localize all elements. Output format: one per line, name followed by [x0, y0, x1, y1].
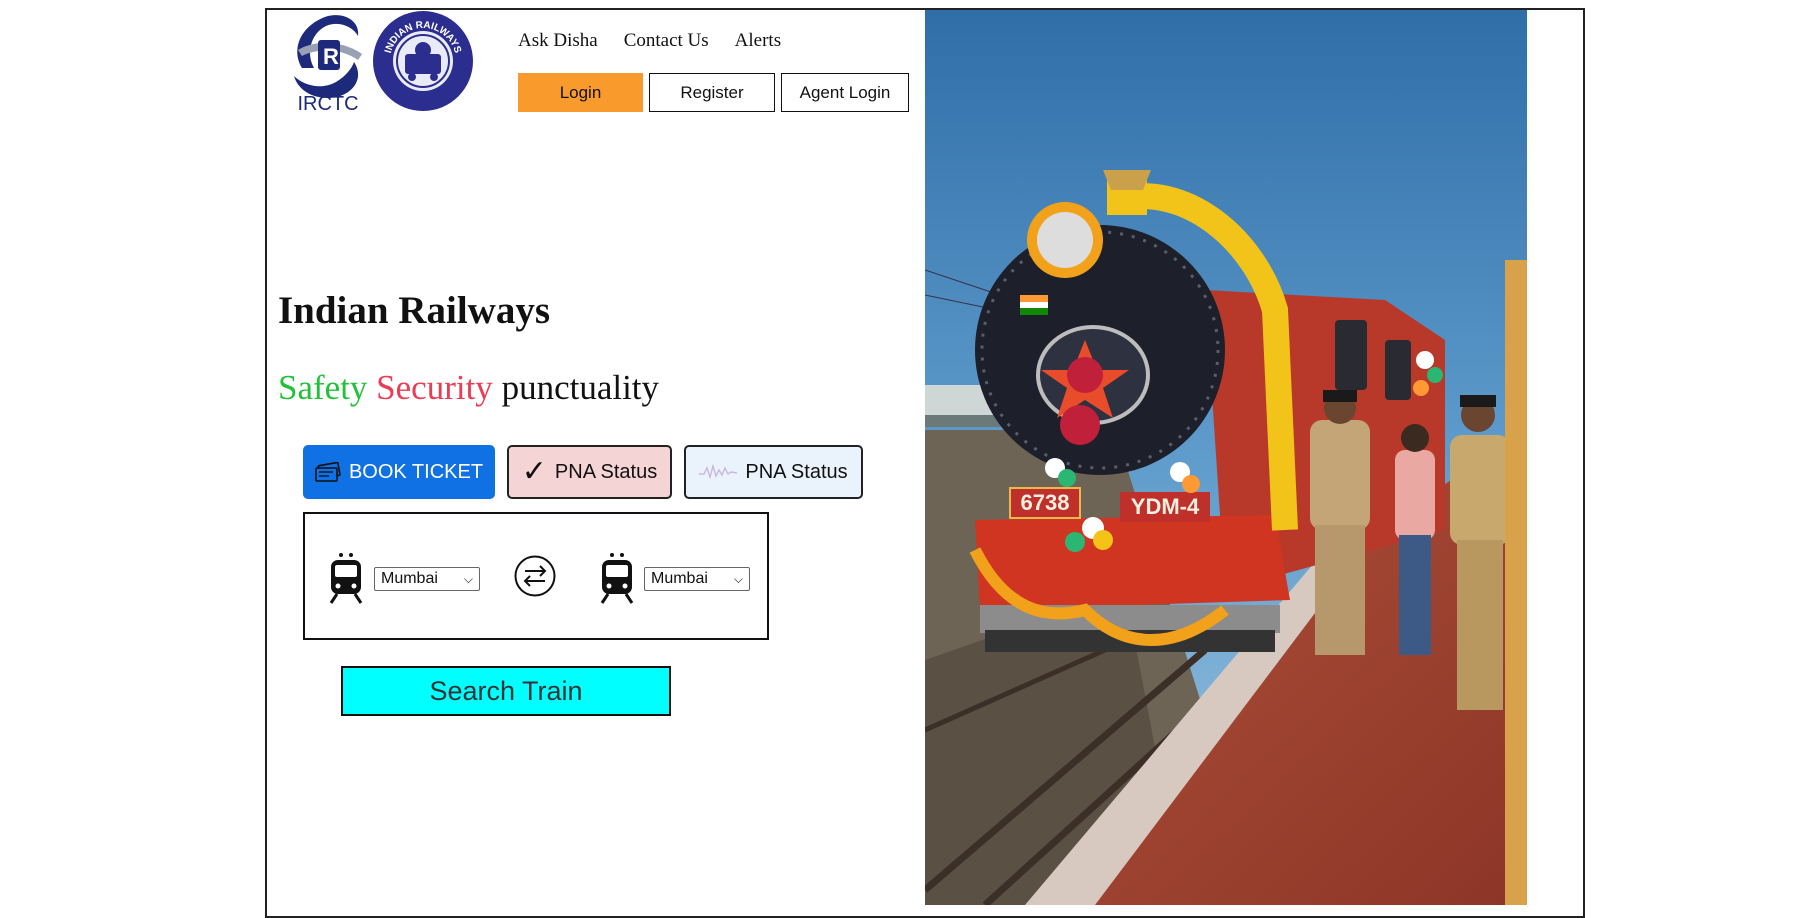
search-train-button[interactable]: Search Train [341, 666, 671, 716]
auth-buttons: Login Register Agent Login [518, 73, 909, 112]
pnr-status-label-2: PNA Status [745, 460, 848, 483]
station-selector: Mumbai ⌵ Mumbai ⌵ [303, 512, 769, 640]
page-title: Indian Railways [278, 289, 551, 332]
book-ticket-button[interactable]: BOOK TICKET [303, 445, 495, 499]
login-button[interactable]: Login [518, 73, 643, 112]
to-station-value: Mumbai [651, 570, 708, 587]
from-train-icon [329, 553, 363, 604]
engine-class: YDM-4 [1131, 494, 1200, 519]
irctc-logo-text: IRCTC [297, 93, 358, 112]
nav-alerts[interactable]: Alerts [735, 30, 781, 52]
engine-number: 6738 [1021, 490, 1070, 515]
nav-contact-us[interactable]: Contact Us [624, 30, 709, 52]
book-ticket-label: BOOK TICKET [348, 460, 484, 483]
agent-login-button[interactable]: Agent Login [781, 73, 909, 112]
checkmark-icon: ✓ [521, 455, 547, 488]
tagline: Safety Security punctuality [278, 368, 659, 408]
tagline-security: Security [376, 368, 493, 407]
chevron-down-icon: ⌵ [463, 571, 473, 586]
train-photo: 6738 YDM-4 [925, 10, 1527, 905]
nav-ask-disha[interactable]: Ask Disha [518, 30, 598, 52]
tagline-safety: Safety [278, 368, 368, 407]
register-button[interactable]: Register [649, 73, 775, 112]
svg-text:R: R [323, 44, 339, 69]
tagline-punctuality: punctuality [501, 368, 660, 407]
from-station-select[interactable]: Mumbai ⌵ [374, 567, 480, 591]
to-station-select[interactable]: Mumbai ⌵ [644, 567, 750, 591]
ticket-icon [315, 462, 341, 482]
pnr-status-label: PNA Status [554, 460, 658, 483]
to-train-icon [600, 553, 634, 604]
swap-stations-icon[interactable] [514, 555, 556, 597]
indian-railways-logo[interactable]: INDIAN RAILWAYS [372, 10, 474, 112]
top-nav: Ask Disha Contact Us Alerts [518, 30, 807, 52]
pnr-status-button-2[interactable]: PNA Status [684, 445, 863, 499]
waveform-icon [699, 463, 738, 480]
from-station-value: Mumbai [381, 570, 438, 587]
pnr-status-button[interactable]: ✓ PNA Status [507, 445, 672, 499]
irctc-logo[interactable]: R IRCTC [288, 10, 368, 112]
chevron-down-icon: ⌵ [733, 571, 743, 586]
